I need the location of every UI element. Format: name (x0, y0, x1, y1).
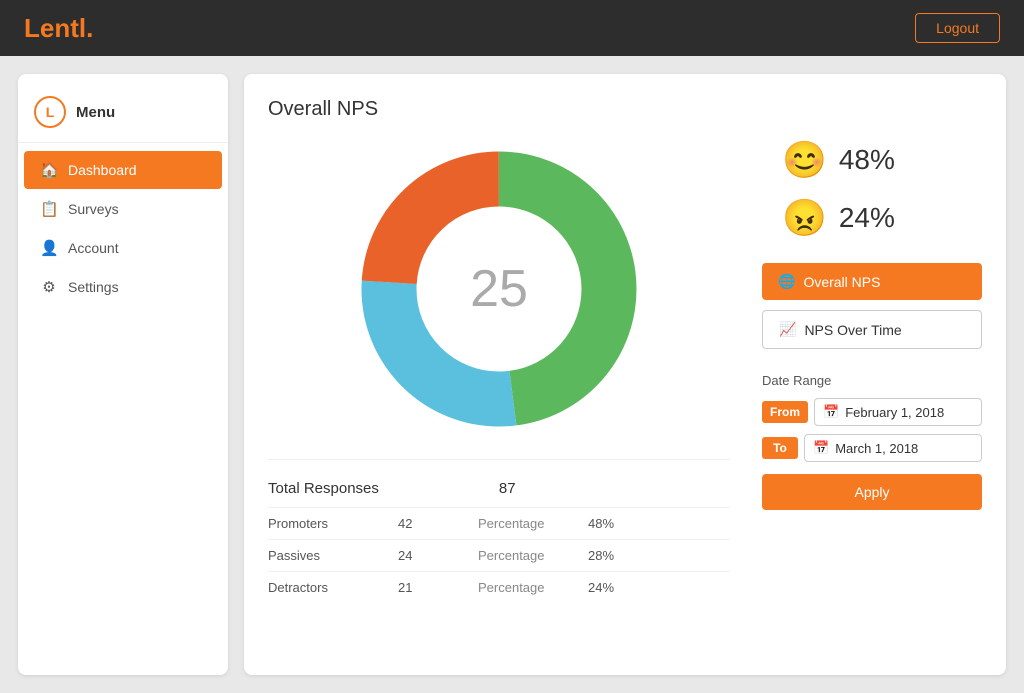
promoters-pct-label: Percentage (478, 516, 588, 531)
detractors-name: Detractors (268, 580, 398, 595)
sidebar-item-surveys[interactable]: 📋 Surveys (24, 190, 222, 228)
logout-button[interactable]: Logout (915, 13, 1000, 43)
globe-icon: 🌐 (778, 273, 795, 290)
stat-row-passives: Passives 24 Percentage 28% (268, 539, 730, 571)
promoters-pct-value: 48% (588, 516, 614, 531)
apply-button[interactable]: Apply (762, 474, 982, 510)
total-row: Total Responses 87 (268, 474, 730, 507)
passives-name: Passives (268, 548, 398, 563)
logo: Lentl. (24, 13, 93, 44)
stat-row-promoters: Promoters 42 Percentage 48% (268, 507, 730, 539)
settings-icon: ⚙ (40, 278, 58, 296)
sidebar-menu-label-text: Menu (76, 104, 115, 121)
from-calendar-icon: 📅 (823, 404, 839, 420)
detractor-emoji: 😠 (782, 197, 827, 239)
promoter-emoji: 😊 (782, 139, 827, 181)
main-layout: L Menu 🏠 Dashboard 📋 Surveys 👤 Account ⚙… (0, 56, 1024, 693)
legend-area: 😊 48% 😠 24% (762, 139, 982, 239)
to-calendar-icon: 📅 (813, 440, 829, 456)
sidebar-item-dashboard[interactable]: 🏠 Dashboard (24, 151, 222, 189)
total-value: 87 (499, 480, 516, 497)
sidebar-menu-header: L Menu (18, 90, 228, 143)
donut-center-value: 25 (470, 259, 528, 319)
overall-nps-label: Overall NPS (803, 274, 880, 290)
home-icon: 🏠 (40, 161, 58, 179)
sidebar-item-account[interactable]: 👤 Account (24, 229, 222, 267)
chart-section: 25 Total Responses 87 Promoters 42 Perce… (268, 139, 730, 651)
logo-text: Lentl (24, 13, 86, 43)
total-label: Total Responses (268, 480, 379, 497)
sidebar-dashboard-label: Dashboard (68, 162, 137, 178)
logo-dot: . (86, 13, 93, 43)
from-date-row: From 📅 February 1, 2018 (762, 398, 982, 426)
sidebar-settings-label: Settings (68, 279, 119, 295)
from-tag: From (762, 401, 808, 423)
sidebar-logo: L (34, 96, 66, 128)
main-content: Overall NPS (244, 74, 1006, 675)
date-range-label: Date Range (762, 373, 982, 388)
from-date-value: February 1, 2018 (845, 405, 944, 420)
passives-pct-label: Percentage (478, 548, 588, 563)
account-icon: 👤 (40, 239, 58, 257)
trend-icon: 📈 (779, 321, 796, 338)
sidebar-surveys-label: Surveys (68, 201, 119, 217)
passives-count: 24 (398, 548, 478, 563)
promoters-name: Promoters (268, 516, 398, 531)
legend-promoters: 😊 48% (782, 139, 895, 181)
detractor-pct: 24% (839, 202, 895, 234)
detractors-count: 21 (398, 580, 478, 595)
app-header: Lentl. Logout (0, 0, 1024, 56)
right-panel: 😊 48% 😠 24% 🌐 Overall NPS 📈 (762, 139, 982, 651)
sidebar-item-settings[interactable]: ⚙ Settings (24, 268, 222, 306)
promoters-count: 42 (398, 516, 478, 531)
nps-buttons: 🌐 Overall NPS 📈 NPS Over Time (762, 263, 982, 349)
page-title: Overall NPS (268, 98, 982, 121)
to-tag: To (762, 437, 798, 459)
detractors-pct-value: 24% (588, 580, 614, 595)
legend-detractors: 😠 24% (782, 197, 895, 239)
detractors-pct-label: Percentage (478, 580, 588, 595)
nps-over-time-button[interactable]: 📈 NPS Over Time (762, 310, 982, 349)
surveys-icon: 📋 (40, 200, 58, 218)
stat-row-detractors: Detractors 21 Percentage 24% (268, 571, 730, 603)
to-date-row: To 📅 March 1, 2018 (762, 434, 982, 462)
from-date-input[interactable]: 📅 February 1, 2018 (814, 398, 982, 426)
sidebar: L Menu 🏠 Dashboard 📋 Surveys 👤 Account ⚙… (18, 74, 228, 675)
date-range-section: Date Range From 📅 February 1, 2018 To 📅 … (762, 373, 982, 510)
nps-over-time-label: NPS Over Time (804, 322, 901, 338)
sidebar-account-label: Account (68, 240, 119, 256)
overall-nps-button[interactable]: 🌐 Overall NPS (762, 263, 982, 300)
content-grid: 25 Total Responses 87 Promoters 42 Perce… (268, 139, 982, 651)
to-date-value: March 1, 2018 (835, 441, 918, 456)
promoter-pct: 48% (839, 144, 895, 176)
to-date-input[interactable]: 📅 March 1, 2018 (804, 434, 982, 462)
passives-pct-value: 28% (588, 548, 614, 563)
stats-table: Total Responses 87 Promoters 42 Percenta… (268, 459, 730, 603)
donut-chart-wrapper: 25 (349, 139, 649, 439)
